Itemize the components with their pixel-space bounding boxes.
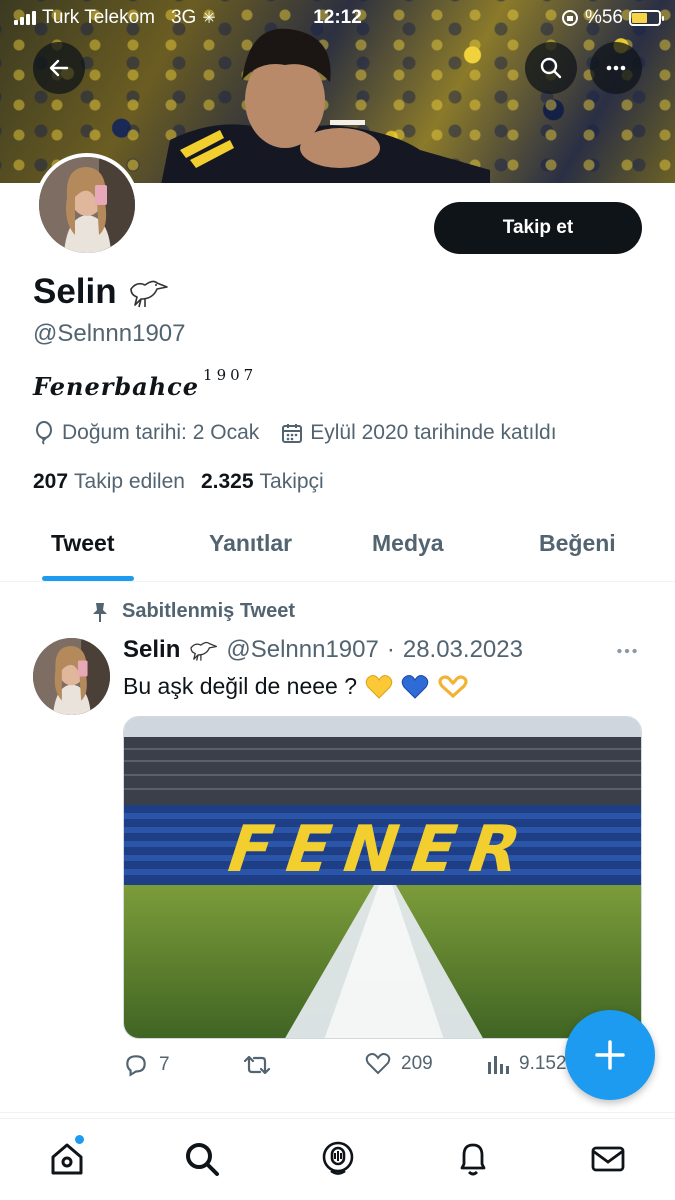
views-icon bbox=[488, 1056, 509, 1074]
back-button[interactable] bbox=[33, 42, 85, 94]
following-label: Takip edilen bbox=[74, 470, 185, 493]
bird-icon bbox=[129, 280, 168, 308]
bottom-navigation bbox=[0, 1118, 675, 1200]
more-horizontal-icon bbox=[606, 65, 626, 71]
spaces-icon bbox=[322, 1141, 354, 1175]
nav-spaces[interactable] bbox=[318, 1139, 358, 1179]
mail-icon bbox=[591, 1146, 625, 1172]
tweet-author-handle[interactable]: @Selnnn1907 bbox=[226, 636, 378, 664]
nav-notifications[interactable] bbox=[453, 1139, 493, 1179]
tweet-body: Bu aşk değil de neee ? bbox=[123, 673, 469, 700]
battery-percent: %56 bbox=[584, 7, 623, 28]
tweet-header: Selin @Selnnn1907 · 28.03.2023 bbox=[123, 636, 523, 664]
tab-replies[interactable]: Yanıtlar bbox=[209, 530, 292, 557]
pinned-label-row: Sabitlenmiş Tweet bbox=[90, 600, 295, 623]
plus-icon bbox=[595, 1040, 625, 1070]
following-count: 207 bbox=[33, 470, 69, 493]
avatar-image bbox=[39, 157, 135, 253]
profile-tabs: Tweet Yanıtlar Medya Beğeni bbox=[0, 512, 675, 582]
retweet-button[interactable] bbox=[243, 1052, 281, 1078]
search-icon bbox=[186, 1143, 219, 1176]
loading-icon: ✳ bbox=[202, 10, 216, 27]
views-count: 9.152 bbox=[519, 1053, 567, 1074]
retweet-icon bbox=[243, 1055, 271, 1075]
home-notification-dot bbox=[75, 1135, 84, 1144]
reply-icon bbox=[126, 1055, 146, 1077]
tab-media[interactable]: Medya bbox=[372, 530, 444, 557]
profile-bio: Fenerbahce 1907 bbox=[33, 366, 257, 401]
followers-count: 2.325 bbox=[200, 470, 254, 493]
profile-avatar[interactable] bbox=[35, 153, 139, 257]
tab-tweet[interactable]: Tweet bbox=[51, 530, 114, 557]
search-button[interactable] bbox=[525, 42, 577, 94]
active-tab-indicator bbox=[42, 576, 134, 581]
profile-name: Selin bbox=[33, 272, 117, 311]
nav-messages[interactable] bbox=[588, 1139, 628, 1179]
bio-text: Fenerbahce bbox=[33, 372, 200, 401]
bell-icon bbox=[460, 1143, 486, 1176]
arrow-left-icon bbox=[49, 59, 69, 77]
pin-icon bbox=[93, 602, 107, 622]
content-divider bbox=[0, 1112, 675, 1113]
joined-text: Eylül 2020 tarihinde katıldı bbox=[310, 421, 557, 444]
tweet-separator: · bbox=[386, 636, 395, 663]
tab-likes[interactable]: Beğeni bbox=[539, 530, 616, 557]
followers-link[interactable]: 2.325 Takipçi bbox=[201, 470, 324, 494]
like-button[interactable]: 209 bbox=[365, 1052, 433, 1076]
tweet-date[interactable]: 28.03.2023 bbox=[403, 636, 523, 664]
profile-handle: @Selnnn1907 bbox=[33, 320, 186, 347]
home-icon bbox=[51, 1143, 83, 1175]
profile-name-row: Selin bbox=[33, 272, 169, 312]
follow-button[interactable]: Takip et bbox=[434, 202, 642, 254]
following-link[interactable]: 207 Takip edilen bbox=[33, 470, 185, 494]
banner-person bbox=[161, 28, 490, 183]
heart-icon bbox=[365, 1053, 391, 1075]
profile-meta: Doğum tarihi: 2 Ocak Eylül 2020 tarihind… bbox=[33, 421, 557, 445]
tweet-author-name[interactable]: Selin bbox=[123, 636, 180, 664]
tweet-avatar[interactable] bbox=[33, 638, 110, 715]
tweet-media-image[interactable]: FENER bbox=[123, 716, 642, 1039]
tweet-text: Bu aşk değil de neee ? bbox=[123, 673, 358, 699]
more-options-button[interactable] bbox=[590, 42, 642, 94]
birthday-text: Doğum tarihi: 2 Ocak bbox=[62, 421, 260, 444]
compose-tweet-button[interactable] bbox=[565, 1010, 655, 1100]
stadium-photo: FENER bbox=[124, 717, 641, 1038]
nav-explore[interactable] bbox=[182, 1139, 222, 1179]
balloon-icon bbox=[36, 421, 52, 445]
calendar-icon bbox=[282, 424, 303, 443]
yellow-heart-icon bbox=[365, 674, 393, 699]
orientation-lock-icon bbox=[561, 10, 578, 26]
battery-icon bbox=[629, 10, 664, 26]
like-count: 209 bbox=[401, 1053, 433, 1074]
media-fener-text: FENER bbox=[217, 813, 545, 887]
tweet-avatar-image bbox=[33, 638, 110, 715]
followers-label: Takipçi bbox=[259, 470, 324, 493]
blue-heart-icon bbox=[401, 674, 429, 699]
birthday-item: Doğum tarihi: 2 Ocak bbox=[33, 421, 259, 445]
search-icon bbox=[540, 57, 562, 79]
network-type: 3G bbox=[170, 7, 197, 28]
tweet-actions: 7 209 9.152 bbox=[123, 1052, 573, 1086]
joined-item: Eylül 2020 tarihinde katıldı bbox=[281, 421, 557, 445]
reply-count: 7 bbox=[159, 1054, 170, 1075]
reply-button[interactable]: 7 bbox=[123, 1052, 170, 1078]
views-button[interactable]: 9.152 bbox=[487, 1052, 567, 1076]
signal-icon bbox=[14, 11, 36, 25]
follow-stats: 207 Takip edilen 2.325 Takipçi bbox=[33, 470, 324, 494]
more-horizontal-icon bbox=[617, 648, 637, 654]
heart-hands-icon bbox=[438, 674, 468, 698]
tweet-more-button[interactable] bbox=[614, 638, 640, 669]
nav-home[interactable] bbox=[47, 1139, 87, 1179]
pinned-label: Sabitlenmiş Tweet bbox=[122, 600, 296, 622]
bird-icon bbox=[190, 641, 218, 661]
carrier-name: Turk Telekom bbox=[42, 7, 155, 28]
status-bar: Turk Telekom 3G ✳ 12:12 %56 bbox=[0, 0, 675, 36]
bio-superscript: 1907 bbox=[203, 366, 258, 384]
